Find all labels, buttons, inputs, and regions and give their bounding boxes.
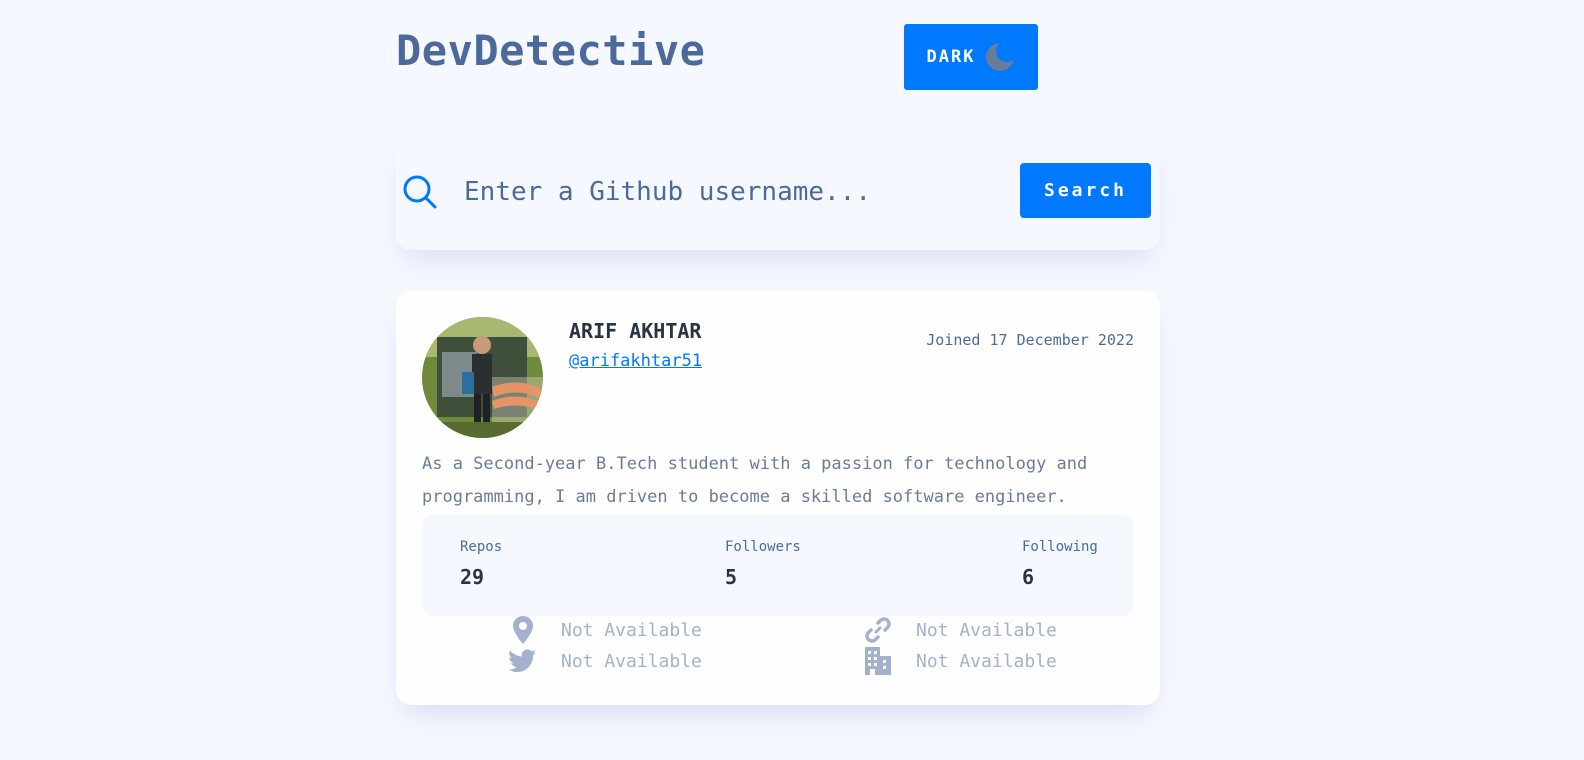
location-text: Not Available [561,619,702,641]
twitter-icon [508,647,538,675]
joined-date: Joined 17 December 2022 [926,331,1134,349]
stat-repos: Repos 29 [460,539,502,589]
stat-value: 6 [1022,565,1035,589]
twitter-row: Not Available [508,647,702,675]
twitter-text: Not Available [561,650,702,672]
search-icon [402,174,438,210]
stats-panel: Repos 29 Followers 5 Following 6 [422,515,1133,616]
avatar [422,317,543,438]
link-icon [863,616,893,644]
company-text: Not Available [916,650,1057,672]
stat-following: Following 6 [1022,539,1098,589]
website-row: Not Available [863,616,1057,644]
company-row: Not Available [863,647,1057,675]
app-container: DevDetective DARK Search [396,0,1160,705]
building-icon [863,647,893,675]
header: DevDetective DARK [396,0,1160,120]
profile-handle-link[interactable]: @arifakhtar51 [569,351,702,371]
dark-mode-toggle[interactable]: DARK [904,24,1038,90]
profile-bio: As a Second-year B.Tech student with a p… [422,454,1088,507]
location-row: Not Available [508,616,702,644]
stat-value: 5 [725,565,738,589]
search-input[interactable] [456,168,1016,216]
app-title: DevDetective [396,26,706,75]
website-text: Not Available [916,619,1057,641]
search-button[interactable]: Search [1020,163,1151,218]
mode-label: DARK [926,47,976,67]
stat-label: Repos [460,539,503,555]
stat-value: 29 [460,565,485,589]
profile-card: ARIF AKHTAR @arifakhtar51 Joined 17 Dece… [396,291,1160,705]
stat-label: Following [1022,539,1098,555]
location-pin-icon [508,616,538,644]
moon-icon [985,40,1019,72]
stat-followers: Followers 5 [725,539,801,589]
profile-name: ARIF AKHTAR [569,319,702,343]
search-bar: Search [396,134,1160,250]
stat-label: Followers [725,539,801,555]
